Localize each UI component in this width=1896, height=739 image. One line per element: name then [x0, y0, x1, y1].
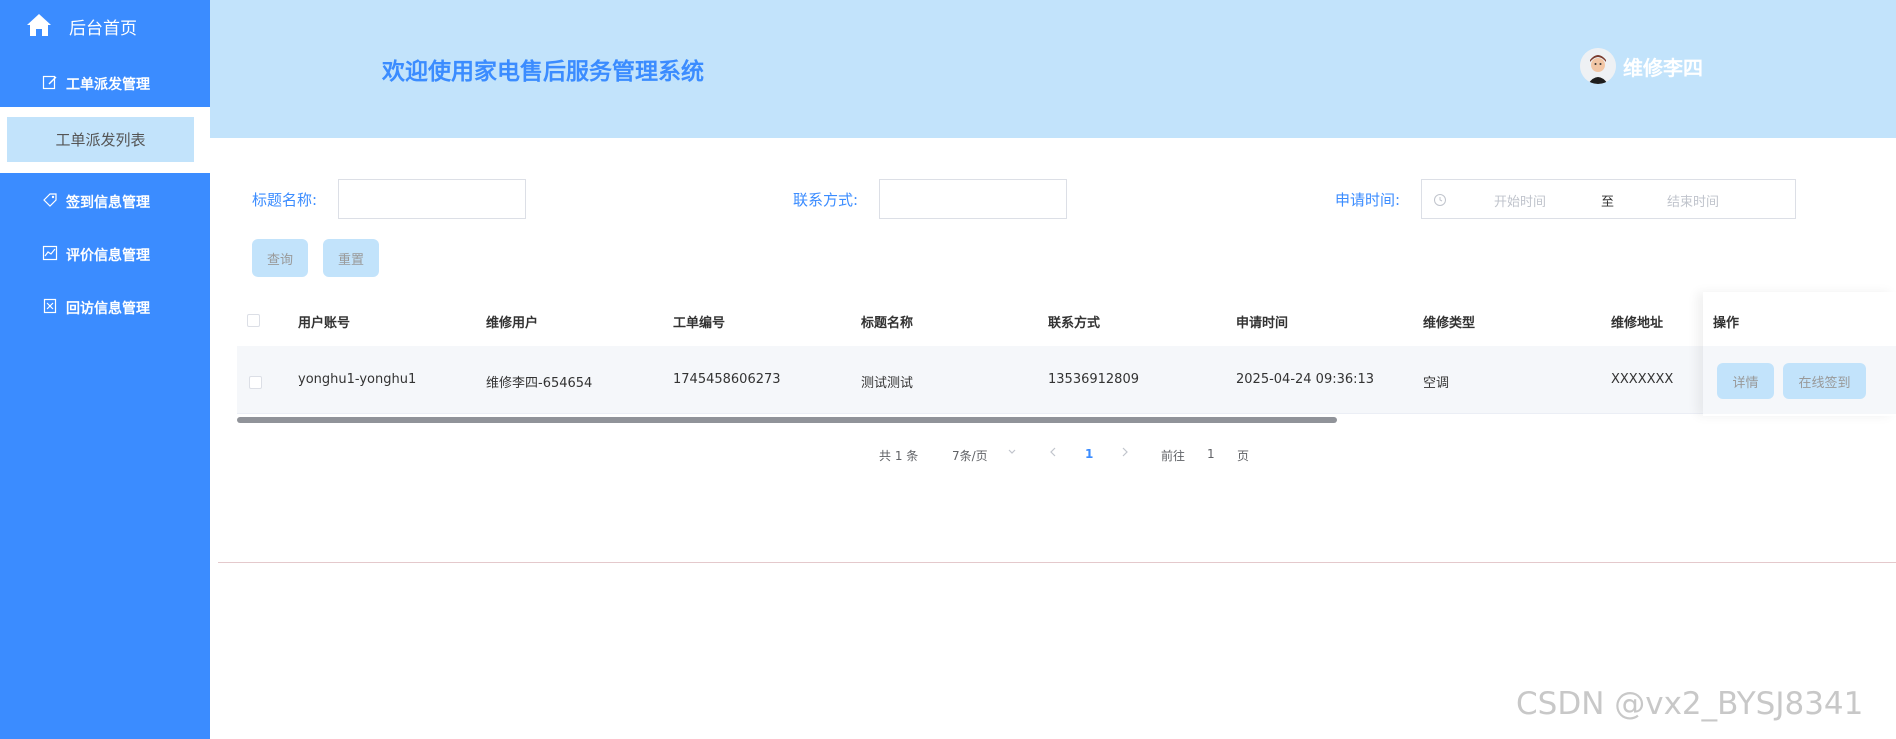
- cell-contact: 13536912809: [1048, 372, 1139, 387]
- page-number[interactable]: 1: [1085, 447, 1093, 461]
- avatar[interactable]: [1580, 48, 1616, 84]
- edit-icon: [42, 74, 58, 90]
- row-checkbox[interactable]: [249, 376, 262, 389]
- sidebar-group-checkin[interactable]: 签到信息管理: [0, 182, 210, 218]
- date-filter-label: 申请时间:: [1335, 191, 1401, 209]
- sidebar-group-revisit[interactable]: 回访信息管理: [0, 288, 210, 324]
- detail-button[interactable]: 详情: [1717, 363, 1774, 399]
- sidebar-group-label: 工单派发管理: [66, 77, 150, 93]
- goto-page-suffix: 页: [1237, 449, 1250, 463]
- column-header: 操作: [1713, 316, 1740, 331]
- tag-icon: [42, 192, 58, 208]
- column-header: 维修地址: [1611, 316, 1664, 331]
- sidebar: 后台首页 工单派发管理 工单派发列表 签到信息管理 评价信息管理 回访信息管理: [0, 0, 210, 739]
- goto-label: 前往: [1161, 449, 1186, 463]
- column-header: 维修类型: [1423, 316, 1476, 331]
- title-filter-input[interactable]: [338, 179, 526, 219]
- contact-filter-input[interactable]: [879, 179, 1067, 219]
- horizontal-scrollbar[interactable]: [237, 417, 1337, 423]
- cell-repair-user: 维修李四-654654: [486, 376, 593, 391]
- reset-button[interactable]: 重置: [323, 239, 379, 277]
- column-header: 用户账号: [298, 316, 351, 331]
- contact-filter-label: 联系方式:: [793, 191, 859, 209]
- cell-order-no: 1745458606273: [673, 372, 781, 387]
- sidebar-group-review[interactable]: 评价信息管理: [0, 235, 210, 271]
- date-start-input[interactable]: 开始时间: [1494, 191, 1546, 210]
- submenu-item-dispatch-list[interactable]: 工单派发列表: [7, 117, 194, 162]
- page-size-select[interactable]: 7条/页: [952, 447, 988, 464]
- sidebar-home-label: 后台首页: [69, 19, 137, 39]
- column-header: 维修用户: [486, 316, 539, 331]
- cell-repair-type: 空调: [1423, 376, 1450, 391]
- header-bar: 欢迎使用家电售后服务管理系统 维修李四: [210, 0, 1896, 138]
- column-header: 申请时间: [1236, 316, 1289, 331]
- date-range-picker[interactable]: 开始时间 至 结束时间: [1421, 179, 1796, 219]
- sidebar-home[interactable]: 后台首页: [0, 0, 210, 52]
- column-header: 联系方式: [1048, 316, 1101, 331]
- cell-title: 测试测试: [861, 376, 914, 391]
- app-root: 后台首页 工单派发管理 工单派发列表 签到信息管理 评价信息管理 回访信息管理 …: [0, 0, 1896, 739]
- next-page-icon[interactable]: [1120, 445, 1130, 459]
- cell-address: XXXXXXX: [1611, 372, 1674, 387]
- content-divider: [218, 562, 1896, 563]
- prev-page-icon[interactable]: [1048, 445, 1058, 459]
- sidebar-group-label: 评价信息管理: [66, 248, 150, 264]
- date-end-input[interactable]: 结束时间: [1667, 191, 1719, 210]
- order-table: 用户账号 维修用户 工单编号 标题名称 联系方式 申请时间 维修类型 维修地址 …: [237, 292, 1896, 422]
- column-header: 工单编号: [673, 316, 726, 331]
- clock-icon: [1433, 193, 1447, 207]
- online-checkin-button[interactable]: 在线签到: [1783, 363, 1866, 399]
- cell-account: yonghu1-yonghu1: [298, 372, 417, 387]
- sidebar-group-dispatch[interactable]: 工单派发管理: [0, 64, 210, 100]
- header-username[interactable]: 维修李四: [1623, 52, 1703, 81]
- home-icon: [26, 13, 52, 37]
- title-filter-label: 标题名称:: [252, 191, 318, 209]
- sidebar-group-label: 签到信息管理: [66, 195, 150, 211]
- page-title: 欢迎使用家电售后服务管理系统: [382, 59, 704, 85]
- watermark: CSDN @vx2_BYSJ8341: [1516, 686, 1864, 722]
- pagination-total: 共 1 条: [879, 449, 919, 463]
- query-button[interactable]: 查询: [252, 239, 308, 277]
- select-all-checkbox[interactable]: [247, 314, 260, 327]
- chevron-down-icon[interactable]: [1007, 445, 1017, 459]
- cell-apply-time: 2025-04-24 09:36:13: [1236, 372, 1375, 387]
- column-header: 标题名称: [861, 316, 914, 331]
- sidebar-group-label: 回访信息管理: [66, 301, 150, 317]
- goto-page-input[interactable]: 1: [1207, 447, 1215, 461]
- chart-icon: [42, 245, 58, 261]
- date-range-separator: 至: [1601, 195, 1615, 210]
- document-icon: [42, 298, 58, 314]
